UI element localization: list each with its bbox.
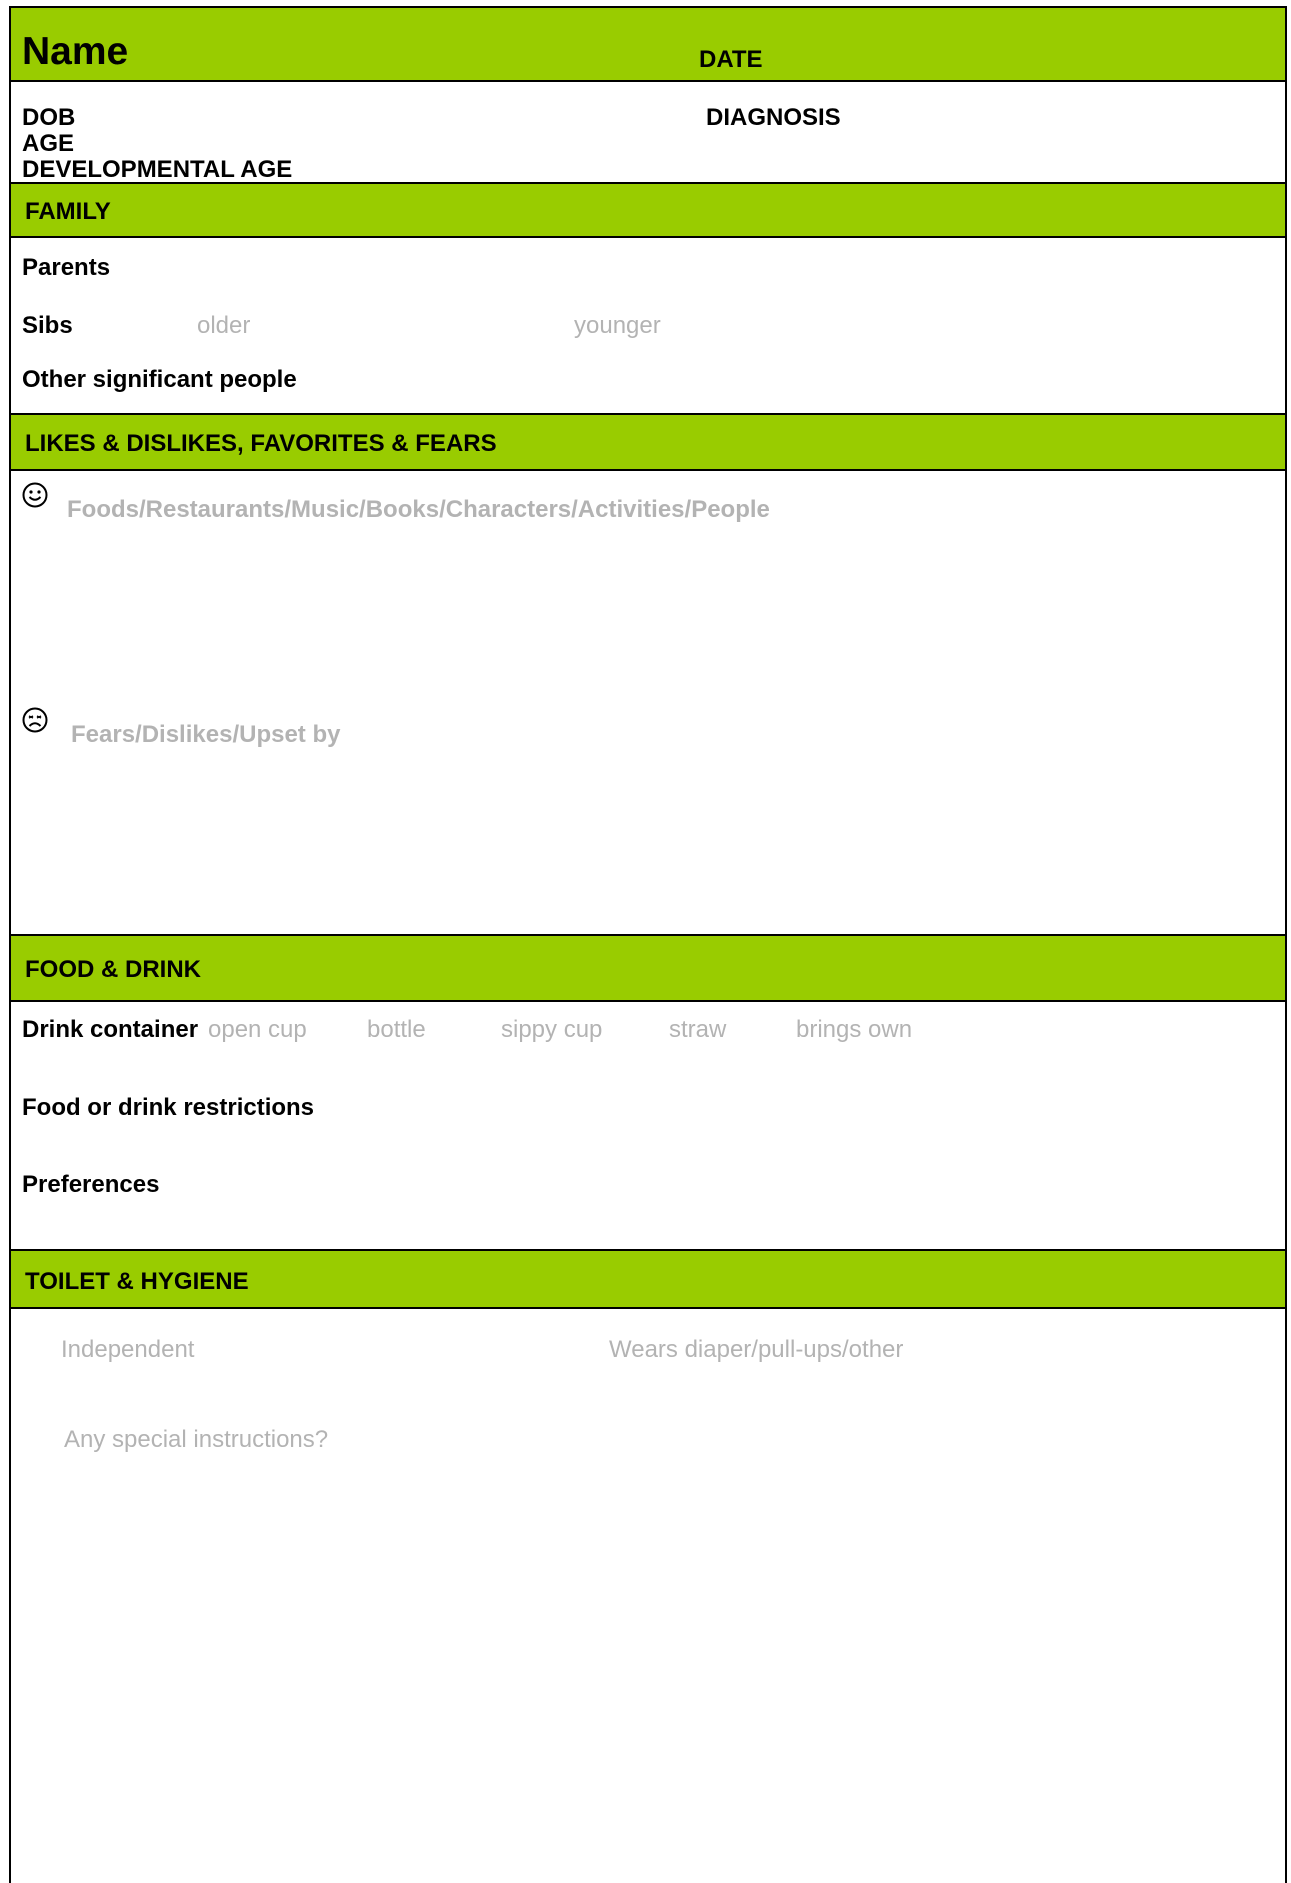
likes-section-band: LIKES & DISLIKES, FAVORITES & FEARS [11, 413, 1285, 471]
dob-label: DOB [22, 104, 76, 131]
parents-label: Parents [22, 254, 111, 281]
restrictions-label: Food or drink restrictions [22, 1094, 315, 1121]
frowning-face-icon [22, 707, 48, 733]
diaper-hint: Wears diaper/pull-ups/other [609, 1336, 904, 1363]
drink-container-label: Drink container [22, 1016, 199, 1043]
smiley-face-icon [22, 482, 48, 508]
diagnosis-label: DIAGNOSIS [706, 104, 841, 131]
drink-option-brings-own: brings own [796, 1016, 913, 1043]
drink-option-open-cup: open cup [208, 1016, 307, 1043]
food-section-title: FOOD & DRINK [25, 956, 201, 983]
drink-option-bottle: bottle [367, 1016, 426, 1043]
age-label: AGE [22, 130, 75, 157]
family-section-band: FAMILY [11, 182, 1285, 238]
sibs-label: Sibs [22, 312, 73, 339]
toilet-section-title: TOILET & HYGIENE [25, 1268, 249, 1295]
name-header-band: Name DATE [11, 6, 1285, 82]
name-label: Name [22, 30, 129, 73]
developmental-age-label: DEVELOPMENTAL AGE [22, 156, 293, 183]
profile-form: Name DATE DOB AGE DEVELOPMENTAL AGE DIAG… [9, 6, 1287, 1883]
toilet-section-band: TOILET & HYGIENE [11, 1249, 1285, 1309]
family-section-title: FAMILY [25, 198, 111, 225]
preferences-label: Preferences [22, 1171, 160, 1198]
independent-hint: Independent [61, 1336, 195, 1363]
dislikes-prompt: Fears/Dislikes/Upset by [71, 721, 341, 748]
likes-prompt: Foods/Restaurants/Music/Books/Characters… [67, 496, 770, 523]
other-people-label: Other significant people [22, 366, 297, 393]
food-section-band: FOOD & DRINK [11, 934, 1285, 1002]
likes-section-title: LIKES & DISLIKES, FAVORITES & FEARS [25, 430, 497, 457]
sibs-younger-hint: younger [574, 312, 661, 339]
sibs-older-hint: older [197, 312, 251, 339]
special-instructions-hint: Any special instructions? [64, 1426, 329, 1453]
date-label: DATE [699, 46, 763, 73]
drink-option-straw: straw [669, 1016, 727, 1043]
drink-option-sippy-cup: sippy cup [501, 1016, 603, 1043]
